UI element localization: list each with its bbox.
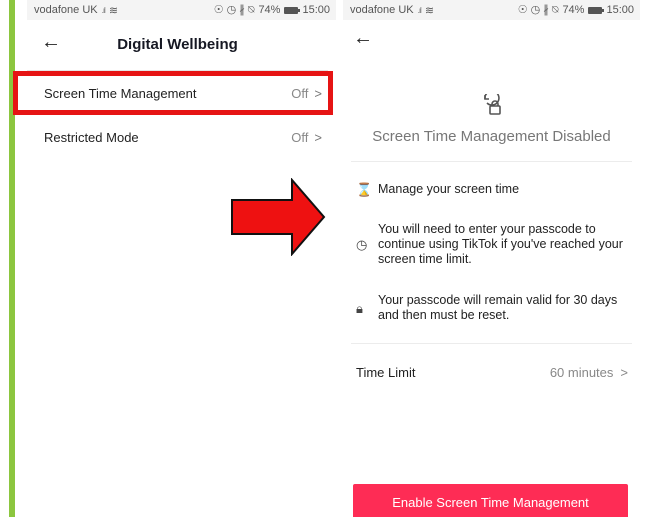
time-limit-value: 60 minutes <box>549 364 614 380</box>
battery-percent: 74% <box>562 4 585 16</box>
timer-lock-icon <box>343 90 640 118</box>
enable-screen-time-button[interactable]: Enable Screen Time Management <box>353 484 628 517</box>
wifi-icon: ≋ <box>108 4 119 17</box>
page-title: Digital Wellbeing <box>117 36 238 53</box>
divider <box>351 161 632 162</box>
navigation-bar: ← Digital Wellbeing <box>27 20 328 71</box>
right-phone-screen: vodafone UK .ıl ≋ ☉ ◷ ∦ ⍉ 74% 15:00 ← Sc… <box>343 0 640 517</box>
signal-icon: .ıl <box>101 5 106 15</box>
signal-icon: .ıl <box>417 5 422 15</box>
disabled-title: Screen Time Management Disabled <box>372 128 611 145</box>
battery-icon <box>588 6 605 14</box>
clock-time: 15:00 <box>606 4 634 16</box>
status-icons: ☉ ◷ ∦ ⍉ <box>517 4 559 16</box>
row-value: Off <box>291 85 309 101</box>
screen-time-management-row[interactable]: Screen Time Management Off > <box>27 71 336 115</box>
feature-text: Your passcode will remain valid for 30 d… <box>378 293 618 322</box>
chevron-right-icon: > <box>314 85 322 101</box>
feature-text: Manage your screen time <box>378 182 520 196</box>
carrier-label: vodafone UK <box>350 4 414 16</box>
left-phone-screen: vodafone UK .ıl ≋ ☉ ◷ ∦ ⍉ 74% 15:00 ← Di… <box>27 0 336 517</box>
status-icons: ☉ ◷ ∦ ⍉ <box>213 4 255 16</box>
battery-percent: 74% <box>258 4 281 16</box>
time-limit-label: Time Limit <box>356 364 416 380</box>
status-bar: vodafone UK .ıl ≋ ☉ ◷ ∦ ⍉ 74% 15:00 <box>343 0 640 20</box>
divider <box>351 343 632 344</box>
screen-time-header: Screen Time Management Disabled <box>343 60 640 145</box>
chevron-right-icon: > <box>314 129 322 145</box>
time-limit-row[interactable]: Time Limit 60 minutes > <box>343 352 640 392</box>
navigation-bar: ← <box>343 20 640 60</box>
battery-icon <box>284 6 301 14</box>
chevron-right-icon: > <box>620 364 628 380</box>
green-sidebar-bar <box>9 0 15 517</box>
clock-icon: ◷ <box>356 237 368 252</box>
restricted-mode-row[interactable]: Restricted Mode Off > <box>27 115 336 159</box>
red-arrow-icon <box>231 178 326 256</box>
lock-icon: 🔒︎ <box>356 300 363 316</box>
feature-text: You will need to enter your passcode to … <box>378 222 623 266</box>
row-label: Screen Time Management <box>44 85 197 101</box>
clock-time: 15:00 <box>302 4 330 16</box>
wifi-icon: ≋ <box>424 4 435 17</box>
feature-item: ⌛ Manage your screen time <box>343 182 640 197</box>
row-value: Off <box>291 129 309 145</box>
row-label: Restricted Mode <box>44 129 139 145</box>
status-bar: vodafone UK .ıl ≋ ☉ ◷ ∦ ⍉ 74% 15:00 <box>27 0 336 20</box>
hourglass-icon: ⌛ <box>356 182 373 197</box>
back-arrow-icon[interactable]: ← <box>353 28 373 48</box>
feature-item: 🔒︎ Your passcode will remain valid for 3… <box>343 293 640 323</box>
feature-item: ◷ You will need to enter your passcode t… <box>343 222 640 267</box>
carrier-label: vodafone UK <box>34 4 98 16</box>
